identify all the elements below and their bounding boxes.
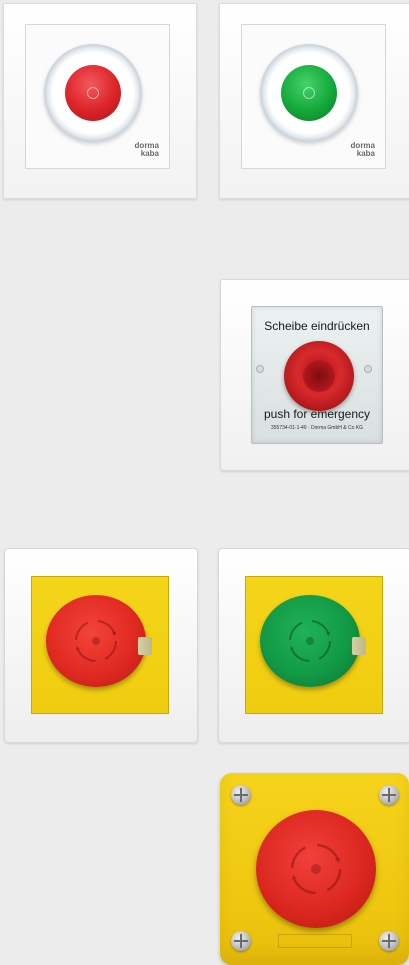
- red-push-button-tile: dorma kaba: [3, 3, 197, 199]
- brand-logo: dorma kaba: [350, 141, 375, 158]
- hinge-icon: [364, 365, 372, 373]
- yellow-plate: [245, 576, 383, 714]
- button-plate: dorma kaba: [25, 24, 170, 169]
- rotate-arrows-icon: [290, 843, 342, 895]
- rotate-arrows-icon: [289, 620, 331, 662]
- yellow-plate: [31, 576, 169, 714]
- button-plate: dorma kaba: [241, 24, 386, 169]
- screw-icon: [379, 931, 399, 951]
- emergency-button-center: [303, 360, 335, 392]
- screw-icon: [231, 931, 251, 951]
- button-ring: [44, 44, 142, 142]
- green-mushroom-button[interactable]: [260, 595, 360, 687]
- rotate-arrows-icon: [75, 620, 117, 662]
- hinge-icon: [256, 365, 264, 373]
- button-center-dot: [87, 87, 99, 99]
- button-center-dot: [303, 87, 315, 99]
- brand-logo: dorma kaba: [134, 141, 159, 158]
- red-emergency-stop-button[interactable]: [256, 810, 376, 928]
- cover-code: 355734-01-1-40 · Dorma GmbH & Co KG: [271, 425, 363, 431]
- screw-icon: [379, 785, 399, 805]
- transparent-cover[interactable]: Scheibe eindrücken push for emergency 35…: [251, 306, 383, 444]
- screw-icon: [231, 785, 251, 805]
- red-mushroom-button[interactable]: [46, 595, 146, 687]
- green-push-button[interactable]: [281, 65, 337, 121]
- emergency-button[interactable]: [284, 341, 354, 411]
- green-mushroom-button-tile: [218, 548, 409, 743]
- emergency-cover-tile: Scheibe eindrücken push for emergency 35…: [220, 279, 409, 471]
- cover-text-top: Scheibe eindrücken: [264, 319, 370, 333]
- red-mushroom-button-tile: [4, 548, 198, 743]
- red-push-button[interactable]: [65, 65, 121, 121]
- button-collar: [138, 637, 152, 655]
- button-ring: [260, 44, 358, 142]
- button-collar: [352, 637, 366, 655]
- enclosure-label: [278, 934, 352, 948]
- green-push-button-tile: dorma kaba: [219, 3, 409, 199]
- yellow-enclosure: [220, 773, 409, 965]
- cover-text-bottom: push for emergency: [263, 407, 371, 421]
